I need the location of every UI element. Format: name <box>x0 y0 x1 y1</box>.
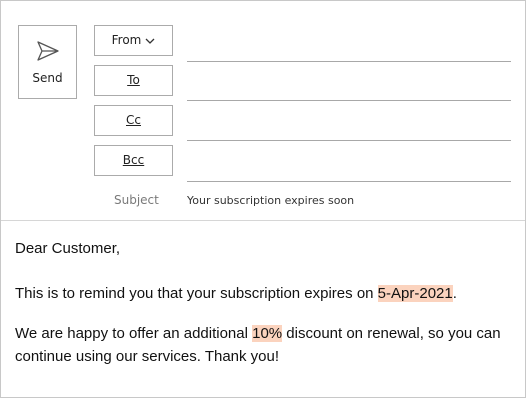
paper-plane-icon <box>37 41 59 61</box>
chevron-down-icon <box>145 38 155 44</box>
to-label: To <box>127 73 140 87</box>
reminder-paragraph: This is to remind you that your subscrip… <box>15 282 515 305</box>
greeting: Dear Customer, <box>15 240 121 257</box>
header-divider <box>1 220 525 221</box>
subject-label: Subject <box>114 193 159 207</box>
from-field-line <box>187 61 511 62</box>
message-body[interactable]: Dear Customer, This is to remind you tha… <box>15 237 515 368</box>
compose-window: Send From To Cc Bcc Subject Your subscri… <box>0 0 526 398</box>
bcc-label: Bcc <box>122 153 145 167</box>
to-button[interactable]: To <box>94 65 173 96</box>
bcc-button[interactable]: Bcc <box>94 145 173 176</box>
bcc-input[interactable] <box>187 181 511 182</box>
subject-input[interactable]: Your subscription expires soon <box>187 194 354 207</box>
send-label: Send <box>32 71 63 85</box>
to-input[interactable] <box>187 100 511 101</box>
expiry-date-highlight: 5-Apr-2021 <box>377 285 453 302</box>
cc-label: Cc <box>126 113 141 127</box>
reminder-text: This is to remind you that your subscrip… <box>15 285 378 302</box>
cc-input[interactable] <box>187 140 511 141</box>
offer-text-before: We are happy to offer an additional <box>15 325 253 342</box>
reminder-end: . <box>452 285 457 302</box>
send-button[interactable]: Send <box>18 25 77 99</box>
discount-highlight: 10% <box>252 325 283 342</box>
from-label: From <box>111 33 142 47</box>
cc-button[interactable]: Cc <box>94 105 173 136</box>
offer-paragraph: We are happy to offer an additional 10% … <box>15 322 515 368</box>
from-button[interactable]: From <box>94 25 173 56</box>
